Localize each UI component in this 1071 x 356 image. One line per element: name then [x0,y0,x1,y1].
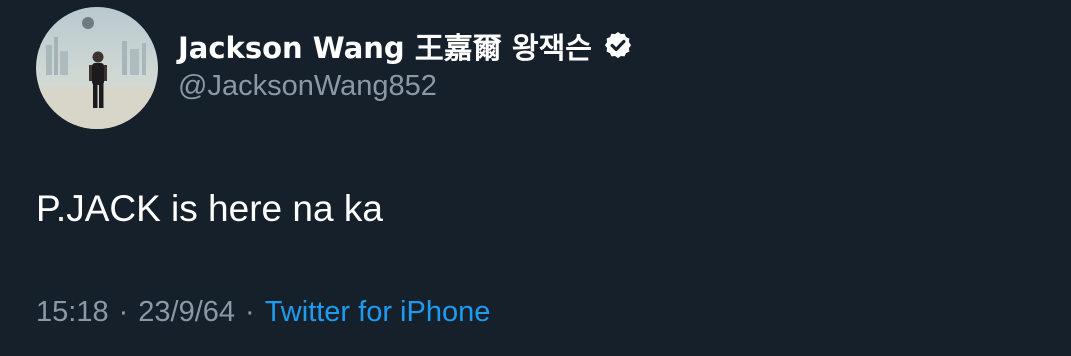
author-avatar[interactable] [36,7,158,129]
meta-separator: · [118,296,129,328]
tweet-source-link[interactable]: Twitter for iPhone [265,296,491,329]
tweet-date[interactable]: 23/9/64 [138,296,235,329]
author-name-text: Jackson Wang 王嘉爾 왕잭슨 [178,31,592,65]
tweet-card: Jackson Wang 王嘉爾 왕잭슨 @JacksonWang852 P.J… [0,0,1071,356]
verified-badge-icon [602,30,634,62]
author-display-name[interactable]: Jackson Wang 王嘉爾 왕잭슨 [178,26,634,66]
tweet-time[interactable]: 15:18 [36,296,109,329]
tweet-text: P.JACK is here na ka [36,188,383,229]
author-handle[interactable]: @JacksonWang852 [178,70,437,103]
tweet-meta: 15:18 · 23/9/64 · Twitter for iPhone [36,296,490,329]
meta-separator: · [245,296,255,328]
profile-photo-icon [36,7,158,129]
